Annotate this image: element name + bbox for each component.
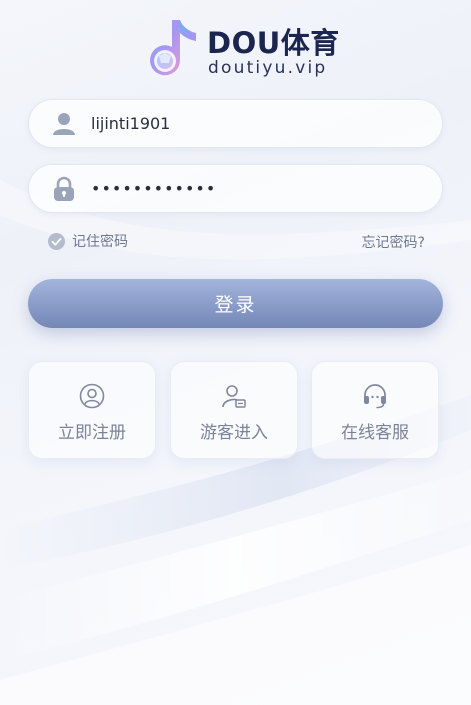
brand-title: DOU体育 xyxy=(207,26,340,60)
password-input[interactable] xyxy=(91,165,421,212)
lock-icon xyxy=(54,176,74,201)
headset-icon xyxy=(364,384,386,409)
register-label: 立即注册 xyxy=(58,423,126,443)
remember-password-toggle[interactable]: 记住密码 xyxy=(48,231,128,251)
check-circle-icon xyxy=(48,232,65,250)
guest-user-icon xyxy=(222,385,246,408)
forgot-password-link[interactable]: 忘记密码? xyxy=(362,232,425,252)
guest-enter-label: 游客进入 xyxy=(200,423,268,443)
remember-password-label: 记住密码 xyxy=(72,234,128,250)
online-service-label: 在线客服 xyxy=(341,423,409,443)
username-field[interactable] xyxy=(28,99,443,148)
online-service-button[interactable]: 在线客服 xyxy=(311,361,439,459)
music-note-logo-icon xyxy=(150,20,196,76)
login-button[interactable]: 登录 xyxy=(28,279,443,328)
guest-enter-button[interactable]: 游客进入 xyxy=(170,361,298,459)
user-circle-icon xyxy=(79,383,105,409)
register-button[interactable]: 立即注册 xyxy=(28,361,156,459)
password-field[interactable] xyxy=(28,164,443,213)
brand-subtitle: doutiyu.vip xyxy=(208,58,328,78)
username-input[interactable] xyxy=(91,100,421,147)
brand-logo: DOU体育 doutiyu.vip xyxy=(145,18,339,80)
user-icon xyxy=(53,113,75,135)
login-button-label: 登录 xyxy=(214,294,257,316)
